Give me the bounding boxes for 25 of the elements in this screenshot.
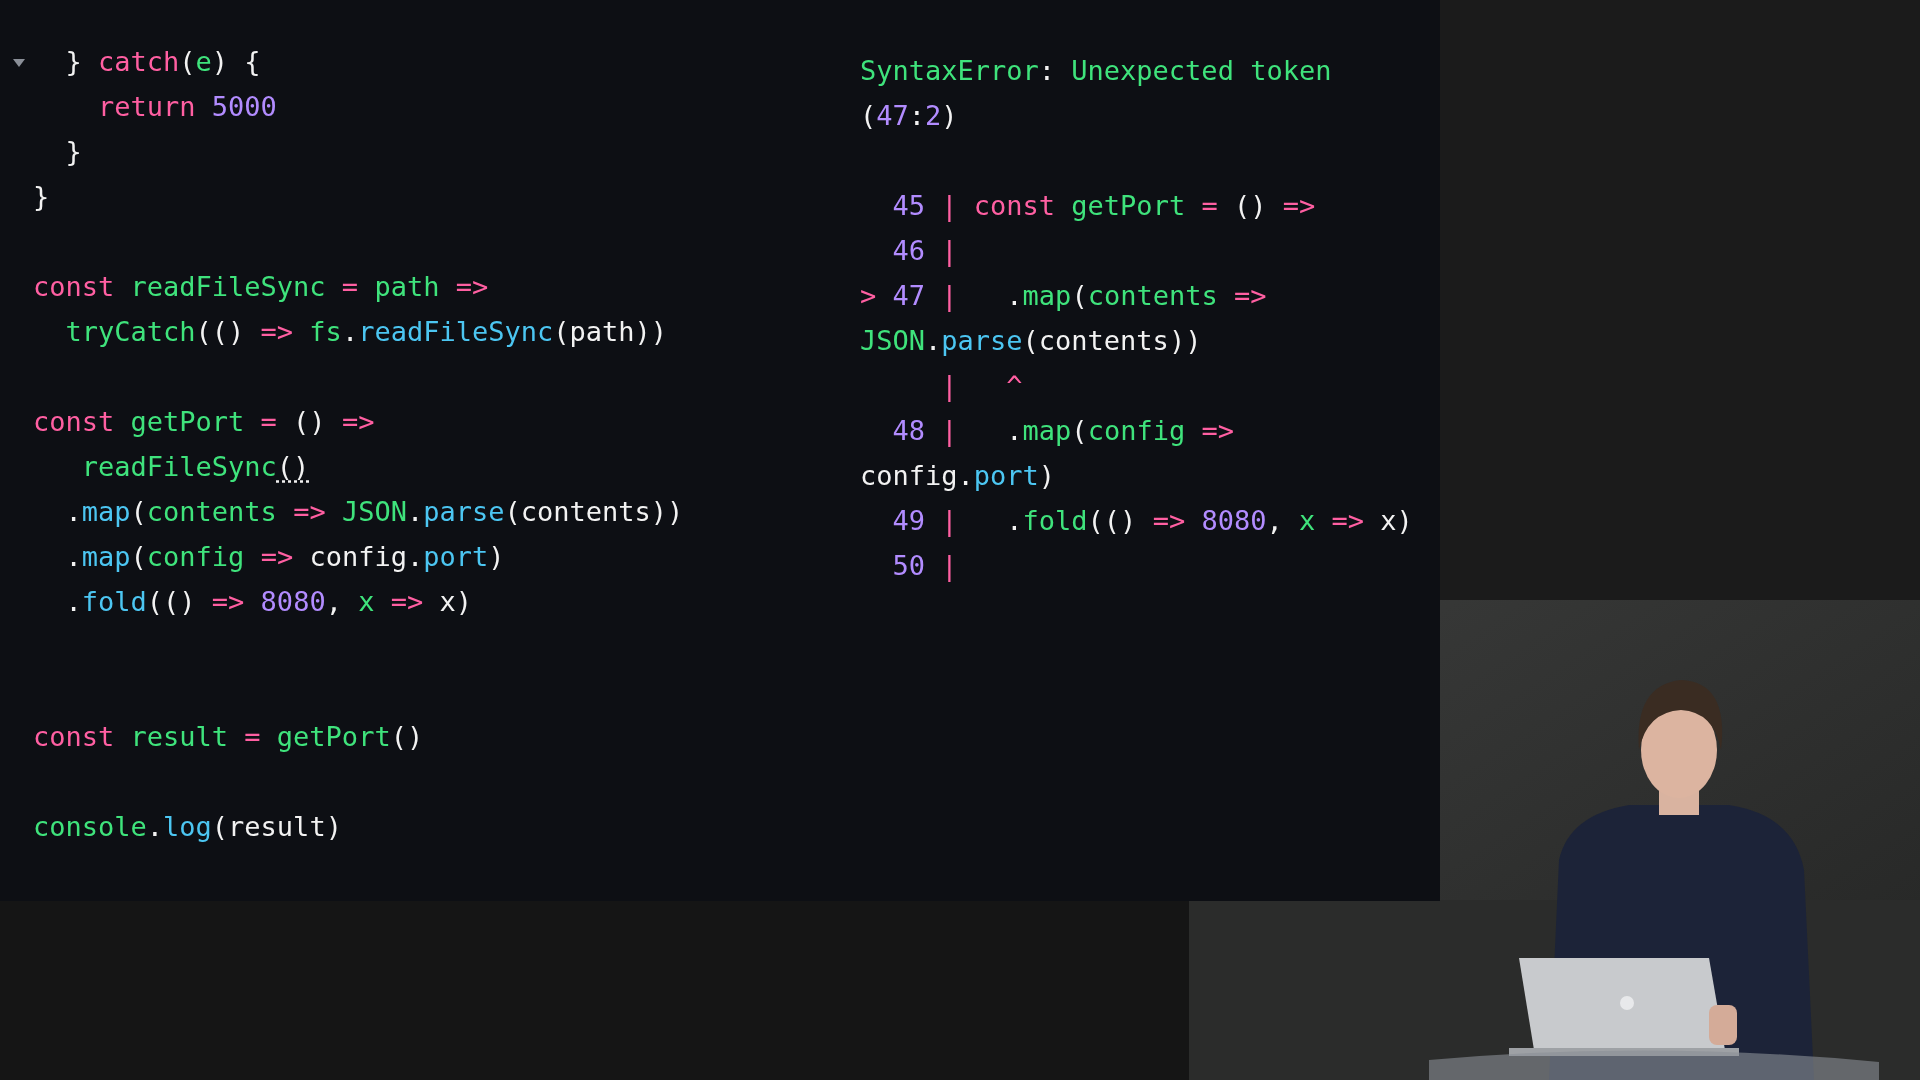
error-output-line: SyntaxError: Unexpected token bbox=[860, 54, 1332, 87]
error-output-line: 45 | const getPort = () => bbox=[891, 189, 1316, 222]
code-line: const readFileSync = path => bbox=[33, 270, 489, 303]
error-output-line: config.port) bbox=[860, 459, 1056, 492]
code-line: .fold(() => 8080, x => x) bbox=[64, 585, 472, 618]
error-output-line: 50 | bbox=[891, 549, 958, 582]
error-output-line: JSON.parse(contents)) bbox=[860, 324, 1202, 357]
error-output-line: 49 | .fold(() => 8080, x => x) bbox=[891, 504, 1413, 537]
code-line: readFileSync() bbox=[80, 450, 310, 483]
error-output-line: > 47 | .map(contents => bbox=[860, 279, 1267, 312]
error-output-line: | ^ bbox=[940, 369, 1023, 402]
fold-arrow-icon[interactable] bbox=[12, 58, 26, 68]
code-line: .map(config => config.port) bbox=[64, 540, 505, 573]
code-line: return 5000 bbox=[97, 90, 277, 123]
error-output-line: (47:2) bbox=[860, 99, 958, 132]
code-line: console.log(result) bbox=[33, 810, 342, 843]
code-line: } bbox=[33, 180, 50, 213]
error-output-line: 46 | bbox=[891, 234, 958, 267]
code-line: } catch(e) { bbox=[64, 45, 261, 78]
code-line: } bbox=[64, 135, 82, 168]
code-line: .map(contents => JSON.parse(contents)) bbox=[64, 495, 684, 528]
code-line: const result = getPort() bbox=[33, 720, 424, 753]
code-line: tryCatch(() => fs.readFileSync(path)) bbox=[64, 315, 668, 348]
error-output-line: 48 | .map(config => bbox=[891, 414, 1234, 447]
code-line: const getPort = () => bbox=[33, 405, 375, 438]
